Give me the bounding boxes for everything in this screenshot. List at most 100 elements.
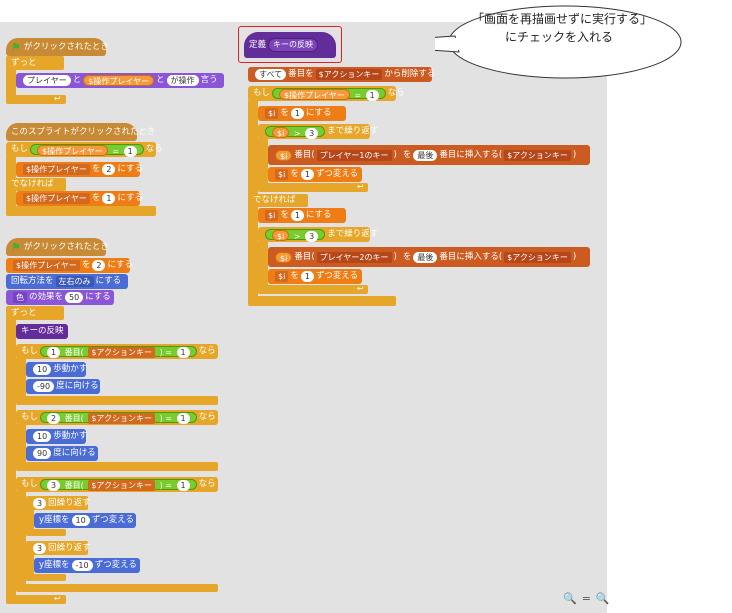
number-input[interactable]: 1 — [365, 90, 379, 101]
if-block[interactable]: もし 2 番目( $アクションキー ) = 1 なら — [16, 410, 218, 425]
rotation-dropdown[interactable]: 左右のみ — [55, 276, 94, 287]
change-y-block[interactable]: y座標を -10 ずつ変える — [34, 558, 140, 573]
set-effect-block[interactable]: 色 の効果を 50 にする — [6, 290, 114, 305]
define-label: 定義 — [249, 39, 267, 50]
set-var-block[interactable]: $i を 1 にする — [258, 208, 346, 223]
set-var-block[interactable]: $操作プレイヤー を 1 にする — [16, 191, 143, 206]
when-sprite-clicked-hat[interactable]: このスプライトがクリックされたとき — [6, 123, 156, 141]
then-label: なら — [198, 346, 216, 356]
position-dropdown[interactable]: 最後 — [413, 251, 438, 263]
say-op-text[interactable]: が操作 — [166, 75, 199, 86]
zoom-in-icon[interactable]: 🔍 — [596, 592, 610, 605]
repeat-until-block[interactable]: $i > 3 まで繰り返す — [258, 124, 378, 139]
number-input[interactable]: 3 — [305, 128, 319, 139]
op-player-reporter[interactable]: $操作プレイヤー — [279, 89, 350, 100]
custom-block-name[interactable]: キーの反映 — [268, 38, 319, 52]
say-block[interactable]: プレイヤー と $操作プレイヤー と が操作 言う — [16, 73, 224, 88]
variable-dropdown[interactable]: $i — [265, 108, 279, 119]
equals-operator[interactable]: 3 番目( $アクションキー ) = 1 — [40, 479, 197, 491]
list-dropdown[interactable]: $アクションキー — [88, 413, 156, 424]
variable-dropdown[interactable]: $操作プレイヤー — [23, 164, 90, 175]
define-hat[interactable]: 定義 キーの反映 — [244, 32, 336, 58]
index-input[interactable]: 3 — [47, 480, 61, 491]
move-block[interactable]: 10 歩動かす — [26, 362, 87, 377]
change-y-block[interactable]: y座標を 10 ずつ変える — [34, 513, 136, 528]
equals-operator[interactable]: 1 番目( $アクションキー ) = 1 — [40, 346, 197, 358]
point-direction-block[interactable]: 90 度に向ける — [26, 446, 98, 461]
i-reporter[interactable]: $i — [275, 149, 293, 161]
number-input[interactable]: 3 — [305, 231, 319, 242]
variable-dropdown[interactable]: $操作プレイヤー — [23, 193, 90, 204]
repeat-until-block[interactable]: $i > 3 まで繰り返す — [258, 227, 378, 242]
list-dropdown[interactable]: $アクションキー — [504, 149, 571, 161]
variable-dropdown[interactable]: $操作プレイヤー — [13, 260, 80, 271]
delete-list-item-block[interactable]: すべて 番目を $アクションキー から削除する — [248, 67, 435, 82]
list-dropdown[interactable]: プレイヤー1のキー — [316, 149, 392, 161]
index-input[interactable]: 2 — [47, 413, 61, 424]
if-else-block[interactable]: もし $操作プレイヤー = 1 なら — [248, 86, 405, 101]
equals-operator[interactable]: 2 番目( $アクションキー ) = 1 — [40, 412, 197, 424]
insert-list-item-block[interactable]: $i 番目( プレイヤー1のキー ) を 最後 番目に挿入する( $アクションキ… — [268, 145, 590, 165]
direction-input[interactable]: -90 — [33, 381, 55, 392]
if-block[interactable]: もし 1 番目( $アクションキー ) = 1 なら — [16, 344, 218, 359]
index-dropdown[interactable]: すべて — [255, 69, 287, 80]
number-input[interactable]: -10 — [71, 560, 93, 571]
variable-dropdown[interactable]: $i — [275, 169, 289, 180]
variable-dropdown[interactable]: $i — [265, 210, 279, 221]
number-input[interactable]: 3 — [33, 543, 47, 554]
number-input[interactable]: 1 — [176, 413, 190, 424]
set-var-block[interactable]: $操作プレイヤー を 2 にする — [6, 258, 133, 273]
number-input[interactable]: 50 — [65, 292, 84, 303]
number-input[interactable]: 10 — [33, 431, 52, 442]
number-input[interactable]: 1 — [300, 169, 314, 180]
i-reporter[interactable]: $i — [272, 230, 290, 241]
when-flag-clicked-hat[interactable]: ⚑ がクリックされたとき — [6, 238, 109, 256]
number-input[interactable]: 2 — [102, 164, 116, 175]
list-dropdown[interactable]: $アクションキー — [504, 251, 571, 263]
number-input[interactable]: 2 — [92, 260, 106, 271]
op-player-reporter[interactable]: $操作プレイヤー — [37, 145, 108, 156]
number-input[interactable]: 1 — [176, 347, 190, 358]
say-player-text[interactable]: プレイヤー — [23, 75, 71, 86]
number-input[interactable]: 1 — [123, 146, 137, 157]
if-else-block[interactable]: もし $操作プレイヤー = 1 なら — [6, 142, 163, 157]
number-input[interactable]: 1 — [102, 193, 116, 204]
rotation-style-block[interactable]: 回転方法を 左右のみ にする — [6, 274, 128, 289]
i-reporter[interactable]: $i — [272, 127, 290, 138]
position-dropdown[interactable]: 最後 — [413, 149, 438, 161]
set-var-block[interactable]: $i を 1 にする — [258, 106, 346, 121]
direction-input[interactable]: 90 — [33, 448, 52, 459]
if-block[interactable]: もし 3 番目( $アクションキー ) = 1 なら — [16, 477, 218, 492]
change-var-block[interactable]: $i を 1 ずつ変える — [268, 269, 362, 284]
variable-dropdown[interactable]: $i — [275, 271, 289, 282]
number-input[interactable]: 3 — [33, 498, 47, 509]
insert-list-item-block[interactable]: $i 番目( プレイヤー2のキー ) を 最後 番目に挿入する( $アクションキ… — [268, 247, 590, 267]
op-player-reporter[interactable]: $操作プレイヤー — [83, 75, 155, 86]
list-dropdown[interactable]: $アクションキー — [88, 480, 156, 491]
number-input[interactable]: 1 — [176, 480, 190, 491]
number-input[interactable]: 1 — [290, 108, 304, 119]
equals-operator[interactable]: $操作プレイヤー = 1 — [30, 144, 144, 157]
change-var-block[interactable]: $i を 1 ずつ変える — [268, 167, 362, 182]
list-dropdown[interactable]: $アクションキー — [88, 347, 156, 358]
equals-operator[interactable]: $操作プレイヤー = 1 — [272, 88, 386, 101]
set-var-block[interactable]: $操作プレイヤー を 2 にする — [16, 162, 143, 177]
effect-dropdown[interactable]: 色 — [13, 292, 27, 303]
index-input[interactable]: 1 — [47, 347, 61, 358]
point-direction-block[interactable]: -90 度に向ける — [26, 379, 100, 394]
when-flag-clicked-hat[interactable]: ⚑ がクリックされたとき — [6, 38, 109, 56]
number-input[interactable]: 10 — [33, 364, 52, 375]
number-input[interactable]: 10 — [71, 515, 90, 526]
number-input[interactable]: 1 — [290, 210, 304, 221]
number-input[interactable]: 1 — [300, 271, 314, 282]
call-custom-block[interactable]: キーの反映 — [16, 324, 68, 339]
list-dropdown[interactable]: $アクションキー — [315, 69, 383, 80]
zoom-out-icon[interactable]: 🔍 — [563, 592, 577, 605]
list-dropdown[interactable]: プレイヤー2のキー — [316, 251, 392, 263]
zoom-reset-icon[interactable]: = — [582, 592, 591, 605]
move-block[interactable]: 10 歩動かす — [26, 429, 87, 444]
paren-label: ) — [159, 414, 163, 423]
i-reporter[interactable]: $i — [275, 251, 293, 263]
greater-than-operator[interactable]: $i > 3 — [265, 126, 326, 139]
greater-than-operator[interactable]: $i > 3 — [265, 229, 326, 242]
